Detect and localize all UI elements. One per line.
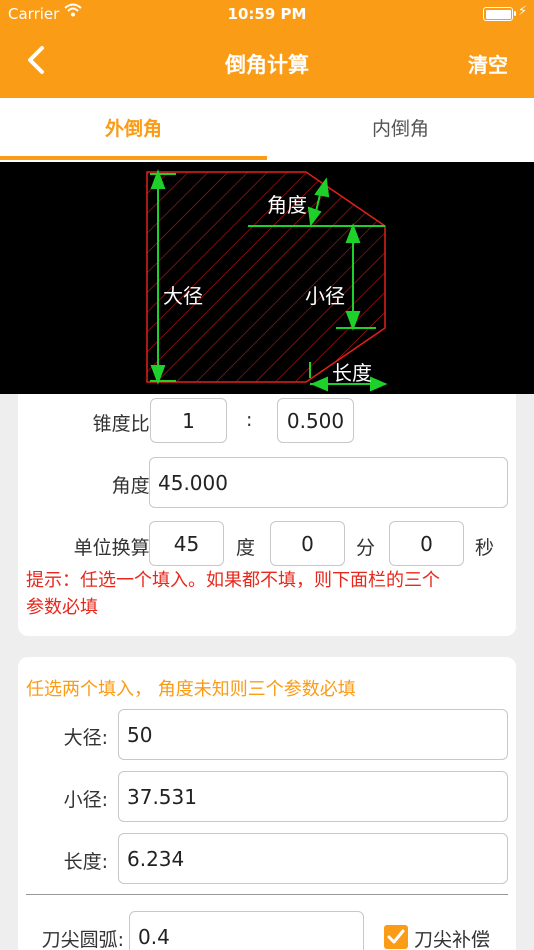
battery-icon: [483, 7, 516, 21]
taper-label: 锥度比:: [92, 413, 156, 435]
divider: [26, 894, 508, 895]
clear-button[interactable]: 清空: [468, 49, 508, 78]
second-input[interactable]: 0: [389, 521, 464, 566]
charging-icon: ⚡: [518, 4, 528, 19]
navigation-bar: Carrier 10:59 PM ⚡ 倒角计算 清空: [0, 0, 534, 98]
tip-radius-input[interactable]: 0.4: [129, 911, 364, 950]
section-subtitle: 任选两个填入， 角度未知则三个参数必填: [26, 679, 356, 700]
hint-text: 提示：任选一个填入。如果都不填，则下面栏的三个 参数必填: [26, 567, 514, 621]
tab-outer-chamfer[interactable]: 外倒角: [0, 98, 267, 162]
diagram-label-length: 长度: [332, 361, 372, 385]
tab-underline: [0, 156, 267, 160]
tab-inner-chamfer[interactable]: 内倒角: [267, 98, 534, 162]
tip-compensation-label: 刀尖补偿: [414, 929, 491, 950]
angle-label: 角度:: [111, 475, 156, 497]
checkmark-icon: [387, 929, 405, 944]
tip-compensation-checkbox[interactable]: [384, 925, 408, 949]
length-label: 长度:: [63, 851, 108, 873]
minute-input[interactable]: 0: [270, 521, 345, 566]
diagram-label-big-diameter: 大径: [163, 284, 203, 308]
status-bar: Carrier 10:59 PM ⚡: [0, 0, 534, 28]
diagram-label-small-diameter: 小径: [305, 284, 345, 308]
degree-input[interactable]: 45: [149, 521, 224, 566]
taper-right-input[interactable]: 0.500: [277, 398, 354, 443]
diameter-length-card: 任选两个填入， 角度未知则三个参数必填 大径: 50 小径: 37.531 长度…: [18, 657, 516, 950]
chamfer-diagram: 角度 大径 小径 长度: [0, 162, 534, 394]
small-diameter-label: 小径:: [63, 789, 108, 811]
taper-left-input[interactable]: 1: [150, 398, 227, 443]
tab-bar: 外倒角 内倒角: [0, 98, 534, 162]
taper-separator: :: [246, 409, 253, 431]
status-time: 10:59 PM: [227, 5, 307, 23]
angle-input[interactable]: 45.000: [149, 457, 508, 508]
degree-unit: 度: [236, 537, 256, 559]
page-title: 倒角计算: [225, 53, 309, 77]
hint-line-2: 参数必填: [26, 597, 98, 618]
second-unit: 秒: [475, 537, 495, 559]
unit-conversion-label: 单位换算:: [73, 537, 156, 559]
taper-angle-card: 锥度比: 1 : 0.500 角度: 45.000 单位换算: 45 度 0 分…: [18, 394, 516, 636]
hint-line-1: 提示：任选一个填入。如果都不填，则下面栏的三个: [26, 570, 440, 591]
small-diameter-input[interactable]: 37.531: [118, 771, 508, 822]
minute-unit: 分: [356, 537, 376, 559]
big-diameter-label: 大径:: [63, 727, 108, 749]
diagram-label-angle: 角度: [267, 193, 307, 217]
big-diameter-input[interactable]: 50: [118, 709, 508, 760]
tip-radius-label: 刀尖圆弧:: [41, 929, 124, 950]
length-input[interactable]: 6.234: [118, 833, 508, 884]
